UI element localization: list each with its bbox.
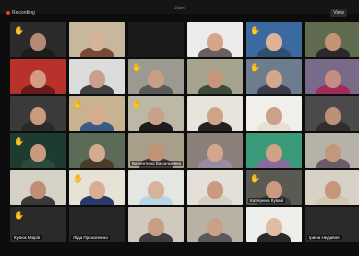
participant-silhouette-head <box>266 180 282 199</box>
participant-silhouette-head <box>207 217 223 236</box>
participant-name: Валентина Васильевна <box>130 161 184 166</box>
participant-tile[interactable]: ✋ <box>69 96 125 131</box>
participant-silhouette-head <box>89 106 105 125</box>
participant-video <box>128 22 184 57</box>
participant-tile[interactable]: ✋ Купюк Марія <box>10 207 66 242</box>
participant-tile[interactable]: ✋ <box>246 22 302 57</box>
participant-tile[interactable]: ✋ Катерина Кувай <box>246 170 302 205</box>
participant-tile[interactable] <box>187 133 243 168</box>
raise-hand-icon: ✋ <box>73 100 83 109</box>
participant-tile[interactable] <box>187 59 243 94</box>
participant-tile[interactable]: ✋ <box>10 22 66 57</box>
participant-tile[interactable] <box>128 22 184 57</box>
participant-tile[interactable] <box>246 207 302 242</box>
participant-silhouette-head <box>325 180 341 199</box>
participant-silhouette-head <box>266 217 282 236</box>
participant-silhouette-head <box>325 143 341 162</box>
participant-tile[interactable] <box>305 59 359 94</box>
recording-dot-icon <box>6 10 10 15</box>
raise-hand-icon: ✋ <box>250 26 260 35</box>
participant-silhouette-head <box>325 69 341 88</box>
participant-silhouette-head <box>266 106 282 125</box>
participant-tile[interactable]: ✋ <box>69 170 125 205</box>
participant-silhouette-head <box>207 180 223 199</box>
participant-silhouette-head <box>148 69 164 88</box>
participant-tile[interactable] <box>305 170 359 205</box>
gallery-grid: ✋ ✋ ✋ ✋ ✋ ✋ ✋ Валентина Васильевна ✋ ✋ Катерина Ку… <box>10 22 359 242</box>
participant-name: Ліда Прокопенко <box>71 235 111 240</box>
participant-tile[interactable] <box>305 22 359 57</box>
raise-hand-icon: ✋ <box>250 174 260 183</box>
participant-tile[interactable] <box>10 59 66 94</box>
participant-silhouette-head <box>89 180 105 199</box>
participant-tile[interactable]: ✋ <box>10 133 66 168</box>
participant-tile[interactable] <box>187 22 243 57</box>
participant-silhouette-head <box>30 69 46 88</box>
participant-silhouette-head <box>207 32 223 51</box>
participant-silhouette-head <box>148 106 164 125</box>
participant-name: Ірина Недавня <box>307 235 342 240</box>
participant-silhouette-head <box>148 180 164 199</box>
participant-silhouette-head <box>89 69 105 88</box>
participant-tile[interactable] <box>305 133 359 168</box>
participant-tile[interactable]: Валентина Васильевна <box>128 133 184 168</box>
participant-silhouette-head <box>89 32 105 51</box>
raise-hand-icon: ✋ <box>132 63 142 72</box>
participant-name: Катерина Кувай <box>248 198 286 203</box>
participant-silhouette-head <box>207 143 223 162</box>
participant-silhouette-head <box>30 143 46 162</box>
participant-tile[interactable] <box>187 96 243 131</box>
participant-silhouette-head <box>266 143 282 162</box>
participant-tile[interactable]: ✋ <box>246 59 302 94</box>
meeting-topbar: Recording View <box>0 7 359 18</box>
participant-silhouette-head <box>30 180 46 199</box>
participant-silhouette-head <box>148 217 164 236</box>
participant-tile[interactable]: Ліда Прокопенко <box>69 207 125 242</box>
participant-silhouette-head <box>30 106 46 125</box>
participant-tile[interactable] <box>69 59 125 94</box>
raise-hand-icon: ✋ <box>14 137 24 146</box>
participant-tile[interactable] <box>69 133 125 168</box>
recording-indicator[interactable]: Recording <box>6 10 35 16</box>
participant-name: Купюк Марія <box>12 235 43 240</box>
participant-tile[interactable]: Ірина Недавня <box>305 207 359 242</box>
participant-silhouette-head <box>30 32 46 51</box>
participant-tile[interactable] <box>128 170 184 205</box>
recording-label: Recording <box>12 9 35 16</box>
participant-tile[interactable]: ✋ <box>128 59 184 94</box>
participant-silhouette-head <box>325 106 341 125</box>
participant-tile[interactable] <box>187 207 243 242</box>
participant-silhouette-head <box>89 143 105 162</box>
participant-tile[interactable] <box>305 96 359 131</box>
view-button[interactable]: View <box>330 8 347 17</box>
participant-silhouette-head <box>266 32 282 51</box>
participant-tile[interactable] <box>128 207 184 242</box>
participant-silhouette-head <box>266 69 282 88</box>
raise-hand-icon: ✋ <box>14 211 24 220</box>
raise-hand-icon: ✋ <box>132 100 142 109</box>
raise-hand-icon: ✋ <box>14 26 24 35</box>
participant-tile[interactable] <box>69 22 125 57</box>
participant-silhouette-head <box>325 32 341 51</box>
participant-tile[interactable] <box>10 96 66 131</box>
participant-tile[interactable] <box>10 170 66 205</box>
participant-silhouette-head <box>207 106 223 125</box>
participant-tile[interactable] <box>246 133 302 168</box>
participant-silhouette-head <box>148 143 164 162</box>
participant-silhouette-head <box>207 69 223 88</box>
raise-hand-icon: ✋ <box>73 174 83 183</box>
participant-tile[interactable] <box>246 96 302 131</box>
raise-hand-icon: ✋ <box>250 63 260 72</box>
participant-tile[interactable] <box>187 170 243 205</box>
participant-tile[interactable]: ✋ <box>128 96 184 131</box>
